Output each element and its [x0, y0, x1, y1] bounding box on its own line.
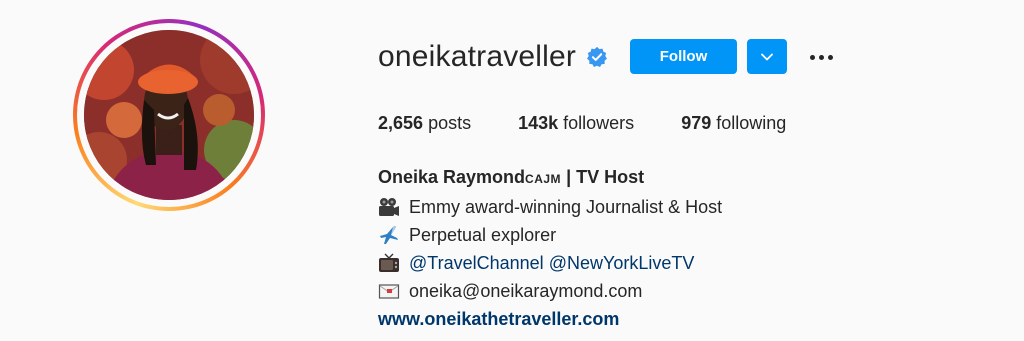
television-icon: [379, 253, 399, 272]
bio-line: Perpetual explorer: [378, 221, 722, 249]
profile-photo: [84, 30, 254, 200]
airplane-icon: [380, 226, 398, 244]
profile-stats: 2,656 posts 143k followers 979 following: [378, 113, 833, 134]
credential: CAJM: [525, 172, 562, 186]
posts-label: posts: [428, 113, 472, 133]
more-options-button[interactable]: [806, 44, 836, 70]
dot-icon: [809, 54, 815, 60]
posts-count: 2,656: [378, 113, 424, 133]
bio-text: Emmy award-winning Journalist & Host: [409, 197, 723, 217]
suggested-dropdown-button[interactable]: [747, 39, 787, 74]
newyorklivetv-mention-link[interactable]: @NewYorkLiveTV: [549, 249, 695, 277]
bio-line: @TravelChannel @NewYorkLiveTV: [378, 249, 722, 277]
dot-icon: [827, 54, 833, 60]
name-suffix: | TV Host: [561, 167, 645, 187]
following-stat[interactable]: 979 following: [681, 113, 786, 134]
bio-line: Emmy award-winning Journalist & Host: [378, 193, 722, 221]
profile-header: oneikatraveller: [378, 38, 608, 76]
full-name: Oneika Raymond: [378, 167, 526, 187]
followers-stat[interactable]: 143k followers: [518, 113, 634, 134]
website-link[interactable]: www.oneikathetraveller.com: [378, 305, 619, 333]
username: oneikatraveller: [378, 40, 577, 73]
story-ring[interactable]: [73, 19, 265, 211]
posts-stat: 2,656 posts: [378, 113, 471, 134]
verified-badge-icon: [587, 46, 608, 67]
followers-count: 143k: [518, 113, 559, 133]
chevron-down-icon: [761, 53, 773, 60]
film-camera-icon: [379, 198, 399, 216]
bio-text: Perpetual explorer: [409, 225, 557, 245]
travel-channel-mention-link[interactable]: @TravelChannel: [409, 249, 544, 277]
envelope-icon: [378, 284, 400, 299]
follow-button[interactable]: Follow: [630, 39, 737, 74]
following-count: 979: [681, 113, 712, 133]
following-label: following: [716, 113, 787, 133]
bio-full-name: Oneika RaymondCAJM | TV Host: [378, 163, 722, 193]
bio-line: www.oneikathetraveller.com: [378, 305, 722, 333]
dot-icon: [818, 54, 824, 60]
followers-label: followers: [563, 113, 635, 133]
avatar[interactable]: [84, 30, 254, 200]
profile-bio: Oneika RaymondCAJM | TV Host Emmy award-…: [378, 163, 722, 333]
email-text: oneika@oneikaraymond.com: [409, 281, 643, 301]
bio-line: oneika@oneikaraymond.com: [378, 277, 722, 305]
